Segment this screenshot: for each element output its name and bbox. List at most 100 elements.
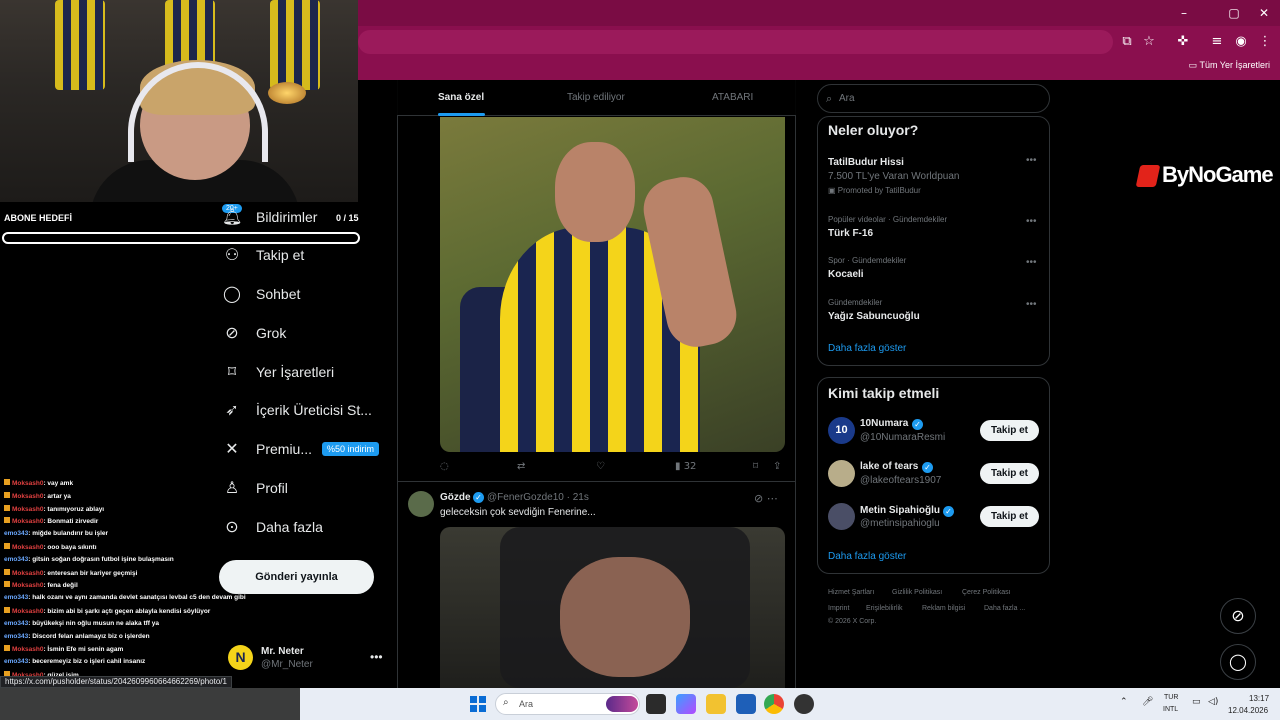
chat-badge-icon — [4, 581, 10, 588]
avatar[interactable]: 10 — [828, 417, 855, 444]
avatar[interactable]: N — [228, 645, 253, 670]
windows-start-icon[interactable] — [470, 696, 486, 712]
nav-label: Grok — [256, 325, 287, 341]
suggested-user-name[interactable]: Metin Sipahioğlu — [860, 505, 940, 516]
chat-message: Moksash0: ooo baya sıkıntı — [4, 543, 97, 551]
volume-icon[interactable]: ◁) — [1208, 697, 1218, 707]
trend-more-icon[interactable]: ••• — [1026, 216, 1037, 227]
chat-text: : halk ozanı ve aynı zamanda devlet sana… — [28, 594, 246, 602]
microphone-icon[interactable]: 🎤︎ — [1142, 697, 1153, 707]
profile-name[interactable]: Mr. Neter — [261, 646, 304, 657]
language-indicator[interactable]: TUR — [1164, 694, 1178, 701]
views-button[interactable]: ▮ 32 — [675, 461, 696, 472]
task-view-icon[interactable] — [646, 694, 666, 714]
avatar[interactable] — [828, 503, 855, 530]
sub-goal-label: ABONE HEDEFİ — [4, 213, 73, 223]
follow-button[interactable]: Takip et — [980, 463, 1039, 484]
like-icon[interactable]: ♡ — [596, 461, 605, 472]
nav-item-chat[interactable]: ◯ Sohbet — [222, 279, 300, 309]
avatar[interactable] — [408, 491, 434, 517]
who-to-follow-title: Kimi takip etmeli — [828, 385, 940, 401]
footer-link[interactable]: Reklam bilgisi — [922, 605, 965, 612]
nav-item-grok[interactable]: ⊘ Grok — [222, 318, 286, 348]
tab-following[interactable]: Takip ediliyor — [567, 92, 625, 103]
footer-link[interactable]: Çerez Politikası — [962, 589, 1011, 596]
nav-item-creator-studio[interactable]: ➶ İçerik Üreticisi St... — [222, 395, 372, 425]
suggested-user-name[interactable]: lake of tears — [860, 461, 918, 472]
address-bar[interactable] — [358, 30, 1113, 54]
trend-more-icon[interactable]: ••• — [1026, 257, 1037, 268]
trend-item-title[interactable]: TatilBudur Hissi — [828, 157, 904, 168]
footer-link[interactable]: Imprint — [828, 605, 849, 612]
post-image[interactable] — [440, 117, 785, 452]
profile-avatar-icon[interactable]: ◉ — [1232, 33, 1250, 51]
grok-float-button[interactable]: ⊘ — [1220, 598, 1256, 634]
tab-atabari[interactable]: ATABARI — [712, 92, 753, 103]
nav-label: Profil — [256, 480, 288, 496]
post-author-name[interactable]: Gözde — [440, 492, 471, 503]
footer-link[interactable]: Daha fazla ... — [984, 605, 1025, 612]
footer-link[interactable]: Erişilebilirlik — [866, 605, 903, 612]
nav-item-premium[interactable]: ✕ Premiu... — [222, 434, 312, 464]
copilot-icon[interactable] — [676, 694, 696, 714]
chat-text: : gitsin soğan doğrasın futbol işine bul… — [28, 555, 174, 563]
trends-show-more[interactable]: Daha fazla göster — [828, 343, 906, 354]
trend-more-icon[interactable]: ••• — [1026, 299, 1037, 310]
nav-item-bookmarks[interactable]: ⌑ Yer İşaretleri — [222, 357, 334, 387]
widget-icon[interactable] — [606, 696, 638, 712]
store-icon[interactable] — [736, 694, 756, 714]
trend-item-title[interactable]: Kocaeli — [828, 269, 864, 280]
cast-icon[interactable]: ⧉ — [1118, 33, 1136, 51]
clock-time[interactable]: 13:17 — [1249, 694, 1269, 703]
file-explorer-icon[interactable] — [706, 694, 726, 714]
tab-for-you[interactable]: Sana özel — [438, 92, 484, 103]
maximize-button[interactable]: ▢ — [1222, 4, 1246, 22]
footer-link[interactable]: Hizmet Şartları — [828, 589, 874, 596]
all-bookmarks-link[interactable]: ▭ Tüm Yer İşaretleri — [1189, 60, 1270, 71]
post-image[interactable] — [440, 527, 785, 688]
nav-item-notifications[interactable]: 🔔︎ Bildirimler — [222, 202, 317, 232]
bookmark-icon[interactable]: ⌑ — [753, 461, 758, 472]
reply-icon[interactable]: ◌ — [440, 461, 449, 472]
media-icon[interactable]: ≡ — [1208, 33, 1226, 51]
suggested-user-name[interactable]: 10Numara — [860, 418, 908, 429]
obs-icon[interactable] — [794, 694, 814, 714]
who-show-more[interactable]: Daha fazla göster — [828, 551, 906, 562]
follow-button[interactable]: Takip et — [980, 506, 1039, 527]
menu-icon[interactable]: ⋮ — [1256, 33, 1274, 51]
messages-float-button[interactable]: ◯ — [1220, 644, 1256, 680]
chat-text: : İsmin Efe mi senin agam — [43, 646, 124, 654]
repost-icon[interactable]: ⇄ — [517, 461, 525, 472]
trend-item-title[interactable]: Yağız Sabuncuoğlu — [828, 311, 920, 322]
follow-button[interactable]: Takip et — [980, 420, 1039, 441]
clock-date[interactable]: 12.04.2026 — [1228, 706, 1268, 715]
trends-card — [817, 116, 1050, 366]
trend-item-title[interactable]: Türk F-16 — [828, 228, 873, 239]
trend-more-icon[interactable]: ••• — [1026, 155, 1037, 166]
minimize-button[interactable]: – — [1172, 4, 1196, 22]
extensions-icon[interactable]: ✜ — [1174, 33, 1192, 51]
keyboard-layout[interactable]: INTL — [1163, 706, 1178, 713]
nav-label: Bildirimler — [256, 209, 318, 225]
close-window-button[interactable]: ✕ — [1252, 4, 1276, 22]
chat-username: Moksash0 — [12, 569, 44, 577]
account-more-button[interactable]: ••• — [370, 650, 383, 664]
share-icon[interactable]: ⇪ — [773, 461, 781, 472]
network-icon[interactable]: ▭ — [1192, 697, 1201, 707]
nav-item-profile[interactable]: ♙ Profil — [222, 473, 288, 503]
nav-item-follow[interactable]: ⚇ Takip et — [222, 240, 304, 270]
chat-badge-icon — [4, 479, 10, 485]
sub-goal-progress-bar — [2, 232, 360, 244]
post-button[interactable]: Gönderi yayınla — [219, 560, 374, 594]
star-icon[interactable]: ☆ — [1140, 33, 1158, 51]
grok-post-icon[interactable]: ⊘ ⋯ — [754, 492, 778, 505]
footer-link[interactable]: Gizlilik Politikası — [892, 589, 942, 596]
avatar[interactable] — [828, 460, 855, 487]
chrome-icon[interactable] — [764, 694, 784, 714]
chat-message: Moksash0: artar ya — [4, 491, 71, 500]
chat-username: Moksash0 — [12, 518, 44, 526]
chat-message: emo343: büyükekşi nin oğlu musun ne alak… — [4, 620, 159, 627]
nav-item-more[interactable]: ⊙ Daha fazla — [222, 512, 323, 542]
tray-chevron-icon[interactable]: ⌃ — [1120, 697, 1128, 707]
post-author-handle[interactable]: @FenerGozde10 · 21s — [487, 492, 589, 503]
